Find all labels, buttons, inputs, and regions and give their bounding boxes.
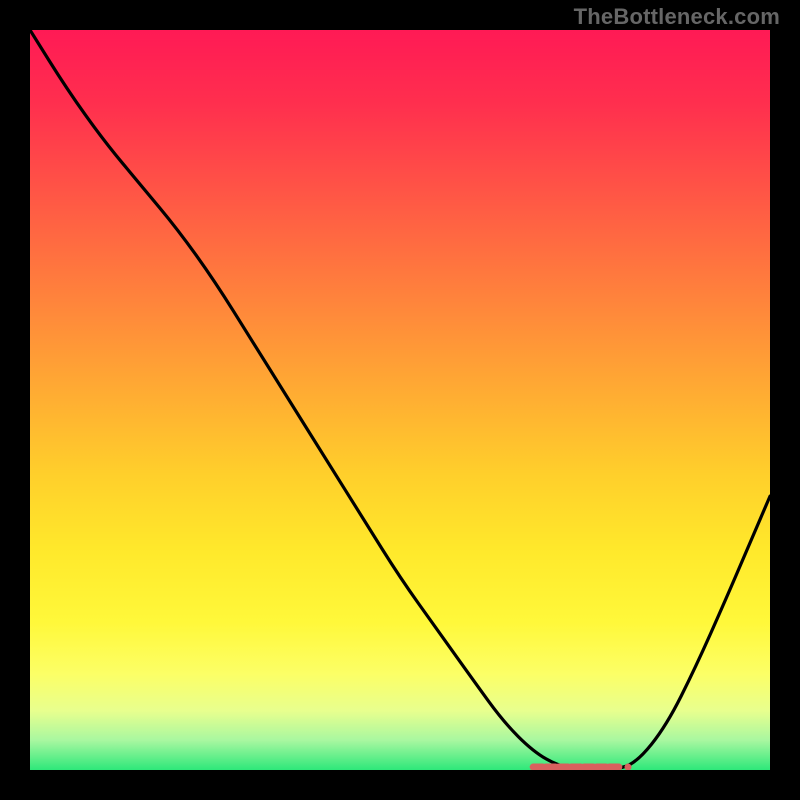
optimal-range-marker [533,764,631,770]
gradient-backdrop [30,30,770,770]
chart-container: TheBottleneck.com [0,0,800,800]
bottleneck-chart [30,30,770,770]
watermark-text: TheBottleneck.com [574,4,780,30]
plot-area [30,30,770,770]
